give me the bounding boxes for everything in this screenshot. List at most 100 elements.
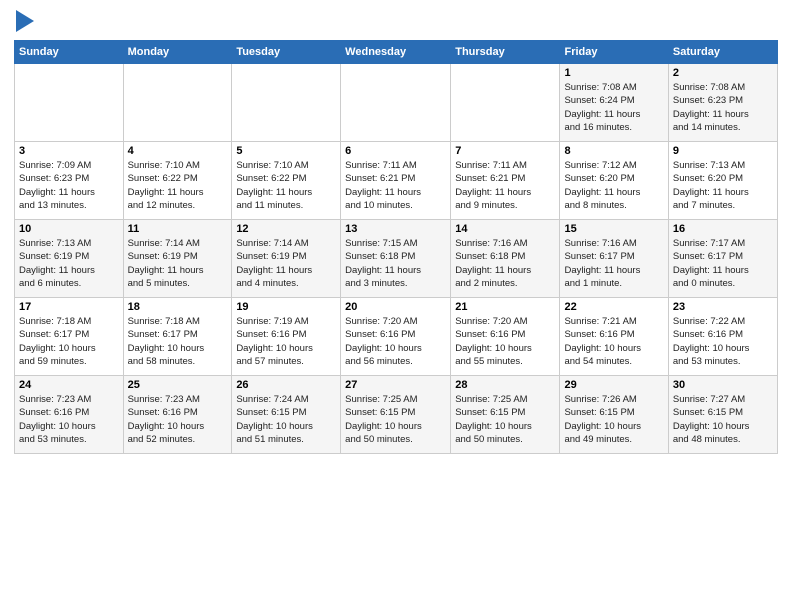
day-number: 24 [19,379,119,391]
day-cell: 6Sunrise: 7:11 AM Sunset: 6:21 PM Daylig… [341,142,451,220]
day-info: Sunrise: 7:13 AM Sunset: 6:19 PM Dayligh… [19,237,119,290]
day-info: Sunrise: 7:26 AM Sunset: 6:15 PM Dayligh… [564,393,663,446]
day-cell: 22 Sunrise: 7:21 AM Sunset: 6:16 PM Dayli… [560,298,668,376]
week-row-4: 24 Sunrise: 7:23 AM Sunset: 6:16 PM Dayli… [15,376,778,454]
week-row-2: 10 Sunrise: 7:13 AM Sunset: 6:19 PM Dayli… [15,220,778,298]
day-number: 13 [345,223,446,235]
day-cell: 27 Sunrise: 7:25 AM Sunset: 6:15 PM Dayli… [341,376,451,454]
day-cell: 3 Sunrise: 7:09 AM Sunset: 6:23 PM Daylig… [15,142,124,220]
day-number: 6 [345,145,446,157]
day-info: Sunrise: 7:25 AM Sunset: 6:15 PM Dayligh… [455,393,555,446]
day-info: Sunrise: 7:20 AM Sunset: 6:16 PM Dayligh… [345,315,446,368]
day-number: 20 [345,301,446,313]
logo [14,10,34,32]
day-info: Sunrise: 7:18 AM Sunset: 6:17 PM Dayligh… [128,315,228,368]
day-info: Sunrise: 7:20 AM Sunset: 6:16 PM Dayligh… [455,315,555,368]
day-cell: 15 Sunrise: 7:16 AM Sunset: 6:17 PM Dayli… [560,220,668,298]
day-cell: 20 Sunrise: 7:20 AM Sunset: 6:16 PM Dayli… [341,298,451,376]
day-cell [123,64,232,142]
day-info: Sunrise: 7:11 AM Sunset: 6:21 PM Dayligh… [455,159,555,212]
day-number: 3 [19,145,119,157]
weekday-header-monday: Monday [123,41,232,64]
day-number: 15 [564,223,663,235]
day-cell: 4 Sunrise: 7:10 AM Sunset: 6:22 PM Daylig… [123,142,232,220]
day-number: 11 [128,223,228,235]
day-info: Sunrise: 7:16 AM Sunset: 6:17 PM Dayligh… [564,237,663,290]
page-header [14,10,778,32]
day-number: 30 [673,379,773,391]
day-cell: 21 Sunrise: 7:20 AM Sunset: 6:16 PM Dayli… [451,298,560,376]
day-number: 8 [564,145,663,157]
day-number: 28 [455,379,555,391]
day-number: 22 [564,301,663,313]
day-cell: 24 Sunrise: 7:23 AM Sunset: 6:16 PM Dayli… [15,376,124,454]
day-cell: 11 Sunrise: 7:14 AM Sunset: 6:19 PM Dayli… [123,220,232,298]
day-cell: 30 Sunrise: 7:27 AM Sunset: 6:15 PM Dayli… [668,376,777,454]
weekday-header-thursday: Thursday [451,41,560,64]
day-cell: 8 Sunrise: 7:12 AM Sunset: 6:20 PM Daylig… [560,142,668,220]
day-info: Sunrise: 7:18 AM Sunset: 6:17 PM Dayligh… [19,315,119,368]
week-row-3: 17 Sunrise: 7:18 AM Sunset: 6:17 PM Dayli… [15,298,778,376]
day-cell: 25 Sunrise: 7:23 AM Sunset: 6:16 PM Dayli… [123,376,232,454]
day-info: Sunrise: 7:15 AM Sunset: 6:18 PM Dayligh… [345,237,446,290]
weekday-header-friday: Friday [560,41,668,64]
day-info: Sunrise: 7:08 AM Sunset: 6:23 PM Dayligh… [673,81,773,134]
day-info: Sunrise: 7:27 AM Sunset: 6:15 PM Dayligh… [673,393,773,446]
day-cell: 5 Sunrise: 7:10 AM Sunset: 6:22 PM Daylig… [232,142,341,220]
day-cell: 17 Sunrise: 7:18 AM Sunset: 6:17 PM Dayli… [15,298,124,376]
day-number: 17 [19,301,119,313]
day-number: 14 [455,223,555,235]
day-info: Sunrise: 7:13 AM Sunset: 6:20 PM Dayligh… [673,159,773,212]
day-info: Sunrise: 7:14 AM Sunset: 6:19 PM Dayligh… [128,237,228,290]
day-cell: 2 Sunrise: 7:08 AM Sunset: 6:23 PM Daylig… [668,64,777,142]
weekday-header-row: SundayMondayTuesdayWednesdayThursdayFrid… [15,41,778,64]
day-cell: 23 Sunrise: 7:22 AM Sunset: 6:16 PM Dayli… [668,298,777,376]
day-number: 5 [236,145,336,157]
day-number: 21 [455,301,555,313]
calendar-table: SundayMondayTuesdayWednesdayThursdayFrid… [14,40,778,454]
day-cell: 13 Sunrise: 7:15 AM Sunset: 6:18 PM Dayli… [341,220,451,298]
day-number: 29 [564,379,663,391]
day-cell [15,64,124,142]
day-info: Sunrise: 7:17 AM Sunset: 6:17 PM Dayligh… [673,237,773,290]
day-cell: 14 Sunrise: 7:16 AM Sunset: 6:18 PM Dayli… [451,220,560,298]
day-number: 25 [128,379,228,391]
day-cell: 26Sunrise: 7:24 AM Sunset: 6:15 PM Dayli… [232,376,341,454]
day-cell: 29 Sunrise: 7:26 AM Sunset: 6:15 PM Dayli… [560,376,668,454]
day-info: Sunrise: 7:23 AM Sunset: 6:16 PM Dayligh… [128,393,228,446]
day-info: Sunrise: 7:23 AM Sunset: 6:16 PM Dayligh… [19,393,119,446]
day-cell [341,64,451,142]
day-cell [232,64,341,142]
day-info: Sunrise: 7:12 AM Sunset: 6:20 PM Dayligh… [564,159,663,212]
day-cell: 1 Sunrise: 7:08 AM Sunset: 6:24 PM Daylig… [560,64,668,142]
day-info: Sunrise: 7:21 AM Sunset: 6:16 PM Dayligh… [564,315,663,368]
day-number: 19 [236,301,336,313]
weekday-header-wednesday: Wednesday [341,41,451,64]
day-cell: 7 Sunrise: 7:11 AM Sunset: 6:21 PM Daylig… [451,142,560,220]
day-info: Sunrise: 7:10 AM Sunset: 6:22 PM Dayligh… [236,159,336,212]
calendar-header: SundayMondayTuesdayWednesdayThursdayFrid… [15,41,778,64]
day-info: Sunrise: 7:22 AM Sunset: 6:16 PM Dayligh… [673,315,773,368]
day-cell: 9 Sunrise: 7:13 AM Sunset: 6:20 PM Daylig… [668,142,777,220]
weekday-header-sunday: Sunday [15,41,124,64]
week-row-0: 1 Sunrise: 7:08 AM Sunset: 6:24 PM Daylig… [15,64,778,142]
day-cell: 12Sunrise: 7:14 AM Sunset: 6:19 PM Dayli… [232,220,341,298]
day-info: Sunrise: 7:09 AM Sunset: 6:23 PM Dayligh… [19,159,119,212]
day-info: Sunrise: 7:10 AM Sunset: 6:22 PM Dayligh… [128,159,228,212]
page-container: SundayMondayTuesdayWednesdayThursdayFrid… [0,0,792,612]
day-number: 2 [673,67,773,79]
day-info: Sunrise: 7:08 AM Sunset: 6:24 PM Dayligh… [564,81,663,134]
day-cell: 18Sunrise: 7:18 AM Sunset: 6:17 PM Dayli… [123,298,232,376]
calendar-body: 1 Sunrise: 7:08 AM Sunset: 6:24 PM Daylig… [15,64,778,454]
day-number: 4 [128,145,228,157]
day-number: 23 [673,301,773,313]
day-number: 10 [19,223,119,235]
day-number: 9 [673,145,773,157]
day-number: 1 [564,67,663,79]
weekday-header-tuesday: Tuesday [232,41,341,64]
day-info: Sunrise: 7:25 AM Sunset: 6:15 PM Dayligh… [345,393,446,446]
day-number: 7 [455,145,555,157]
day-cell: 28 Sunrise: 7:25 AM Sunset: 6:15 PM Dayli… [451,376,560,454]
day-info: Sunrise: 7:16 AM Sunset: 6:18 PM Dayligh… [455,237,555,290]
day-number: 27 [345,379,446,391]
